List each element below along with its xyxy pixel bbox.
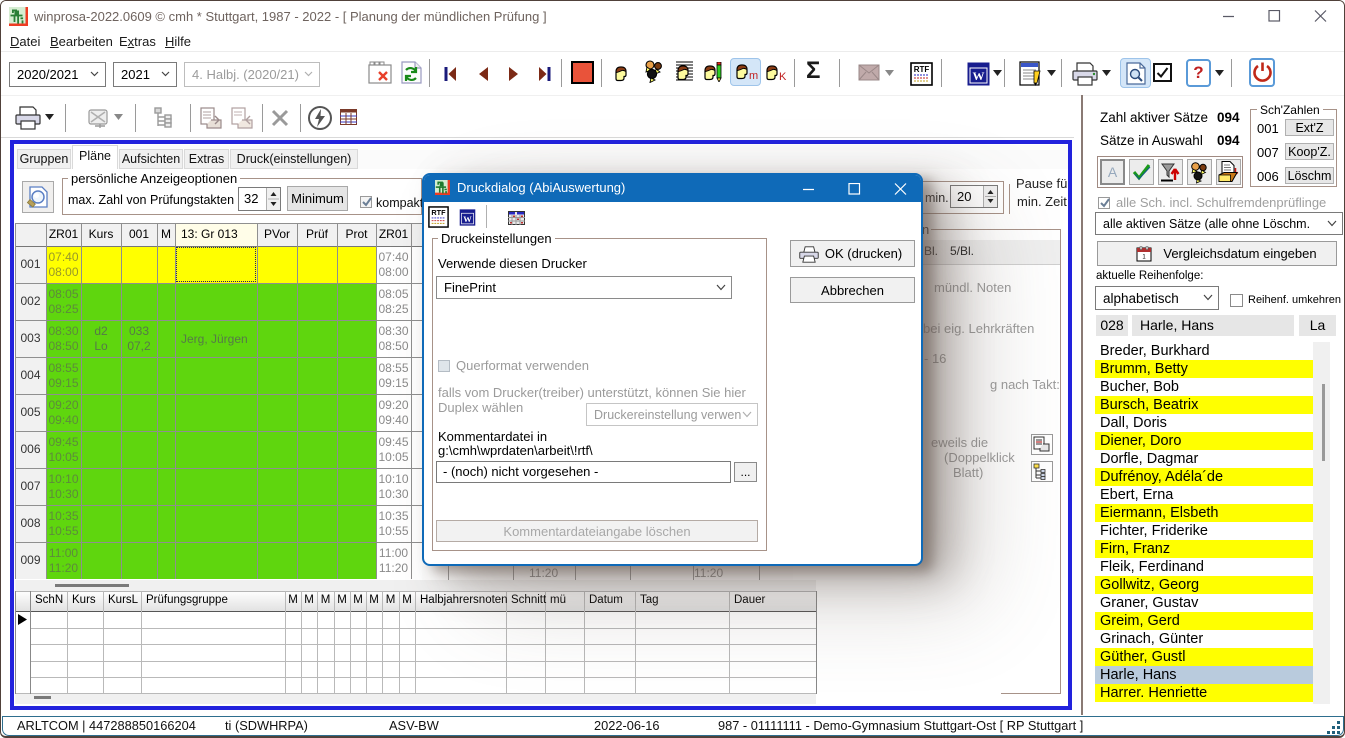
svg-text:RTF: RTF [431, 208, 446, 217]
svg-text:RTF: RTF [914, 65, 930, 74]
svg-text:K: K [779, 71, 787, 83]
svg-text:W: W [463, 214, 472, 224]
svg-text:W: W [973, 69, 985, 83]
svg-text:m: m [749, 70, 758, 82]
